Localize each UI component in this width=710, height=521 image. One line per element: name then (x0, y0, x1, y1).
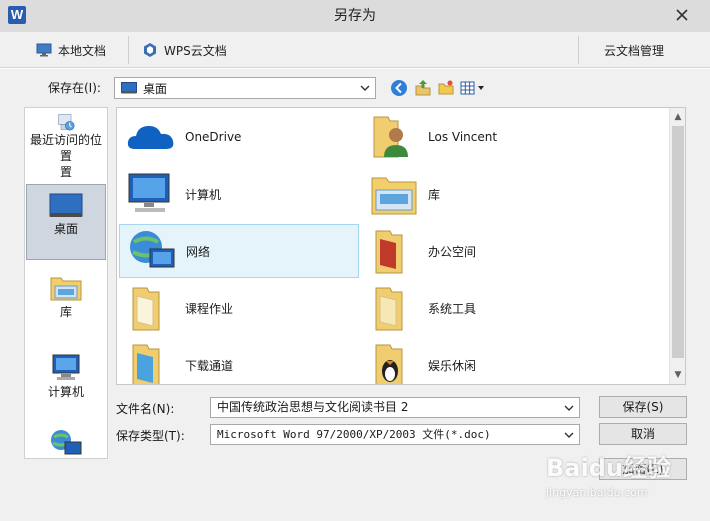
file-list: OneDrive Los Vincent 计算机 库 网络 办公空间 课程作业 (116, 107, 686, 385)
file-name: 计算机 (185, 187, 222, 202)
vertical-scrollbar[interactable]: ▲ ▼ (669, 108, 685, 384)
network-icon (51, 430, 82, 455)
list-item-folder[interactable]: 办公空间 (362, 224, 602, 278)
location-tabs: 本地文档 WPS云文档 云文档管理 (0, 32, 710, 68)
wps-cloud-icon (144, 43, 156, 57)
list-item-user[interactable]: Los Vincent (362, 110, 602, 164)
list-item-onedrive[interactable]: OneDrive (119, 110, 359, 164)
chevron-down-icon[interactable] (564, 401, 574, 415)
list-item-folder[interactable]: 下载通道 (119, 338, 359, 384)
cancel-button[interactable]: 取消 (599, 423, 687, 445)
list-item-folder[interactable]: 娱乐休闲 (362, 338, 602, 384)
scroll-down-icon[interactable]: ▼ (672, 368, 684, 382)
tab-divider (578, 36, 579, 64)
list-item-library[interactable]: 库 (362, 167, 602, 221)
close-button[interactable] (660, 2, 704, 28)
computer-icon (52, 354, 80, 380)
network-icon (130, 231, 175, 268)
dialog-body: 保存在(I): 桌面 最近访问的位置 置 桌面 库 计算机 OneDrive L… (0, 69, 710, 521)
chevron-down-icon (564, 432, 574, 438)
tab-divider (128, 36, 129, 64)
place-label: 最近访问的位置 (29, 133, 102, 163)
save-in-dropdown[interactable]: 桌面 (114, 77, 376, 99)
file-name: 娱乐休闲 (428, 358, 477, 373)
folder-icon (375, 287, 403, 331)
view-grid-icon (460, 81, 484, 95)
file-name: 课程作业 (185, 301, 234, 316)
folder-icon (375, 230, 403, 274)
place-label-wrap: 置 (59, 165, 72, 179)
list-item-folder[interactable]: 系统工具 (362, 281, 602, 335)
file-name: 库 (428, 187, 441, 202)
dialog-title: 另存为 (334, 8, 376, 24)
library-icon (50, 277, 82, 301)
place-label: 桌面 (53, 222, 78, 236)
file-name: OneDrive (185, 130, 242, 144)
computer-icon (128, 173, 170, 212)
list-item-folder[interactable]: 课程作业 (119, 281, 359, 335)
save-button[interactable]: 保存(S) (599, 396, 687, 418)
up-folder-icon (415, 80, 431, 96)
chevron-down-icon (360, 85, 370, 91)
places-bar: 最近访问的位置 置 桌面 库 计算机 (24, 107, 108, 459)
save-in-value: 桌面 (143, 81, 168, 96)
place-label: 库 (59, 305, 72, 319)
library-icon (371, 177, 417, 215)
file-name: Los Vincent (428, 130, 498, 144)
file-name: 系统工具 (428, 301, 477, 316)
place-computer[interactable]: 计算机 (26, 350, 106, 420)
folder-icon (375, 344, 403, 384)
tab-wps-cloud[interactable]: WPS云文档 (142, 38, 227, 62)
recent-places-icon (58, 114, 75, 131)
up-folder-button[interactable] (414, 79, 432, 97)
list-item-network[interactable]: 网络 (119, 224, 359, 278)
tab-label: 本地文档 (58, 43, 107, 58)
tab-label: 云文档管理 (604, 43, 665, 58)
close-icon (676, 9, 688, 21)
file-name: 办公空间 (428, 244, 477, 259)
encrypt-button[interactable]: 加密(E) (599, 458, 687, 480)
back-button[interactable] (390, 79, 408, 97)
folder-icon (132, 344, 160, 384)
filename-label: 文件名(N): (116, 402, 175, 416)
save-in-label: 保存在(I): (48, 81, 101, 95)
tab-label: WPS云文档 (164, 43, 227, 58)
place-network[interactable] (26, 426, 106, 458)
list-item-computer[interactable]: 计算机 (119, 167, 359, 221)
new-folder-button[interactable] (437, 79, 455, 97)
file-name: 网络 (186, 244, 211, 259)
place-library[interactable]: 库 (26, 270, 106, 340)
filetype-value: Microsoft Word 97/2000/XP/2003 文件(*.doc) (217, 428, 491, 441)
tab-cloud-management[interactable]: 云文档管理 (604, 38, 664, 62)
scrollbar-thumb[interactable] (672, 126, 684, 358)
filename-input[interactable]: 中国传统政治思想与文化阅读书目 2 (210, 397, 580, 418)
filename-value: 中国传统政治思想与文化阅读书目 2 (217, 400, 409, 414)
title-bar: W 另存为 (0, 0, 710, 32)
user-folder-icon (373, 116, 408, 158)
view-menu-button[interactable] (460, 79, 488, 97)
tab-local-documents[interactable]: 本地文档 (36, 38, 106, 62)
onedrive-icon (127, 126, 174, 149)
scroll-up-icon[interactable]: ▲ (672, 110, 684, 124)
place-recent[interactable]: 最近访问的位置 置 (26, 110, 106, 180)
file-name: 下载通道 (185, 358, 234, 373)
place-label: 计算机 (47, 385, 84, 399)
filetype-dropdown[interactable]: Microsoft Word 97/2000/XP/2003 文件(*.doc) (210, 424, 580, 445)
desktop-icon (121, 82, 137, 94)
desktop-icon (49, 193, 83, 217)
back-arrow-icon (391, 80, 407, 96)
filetype-label: 保存类型(T): (116, 429, 185, 443)
folder-icon (132, 287, 160, 331)
place-desktop[interactable]: 桌面 (26, 184, 106, 260)
monitor-icon (36, 43, 52, 57)
new-folder-icon (438, 80, 454, 95)
